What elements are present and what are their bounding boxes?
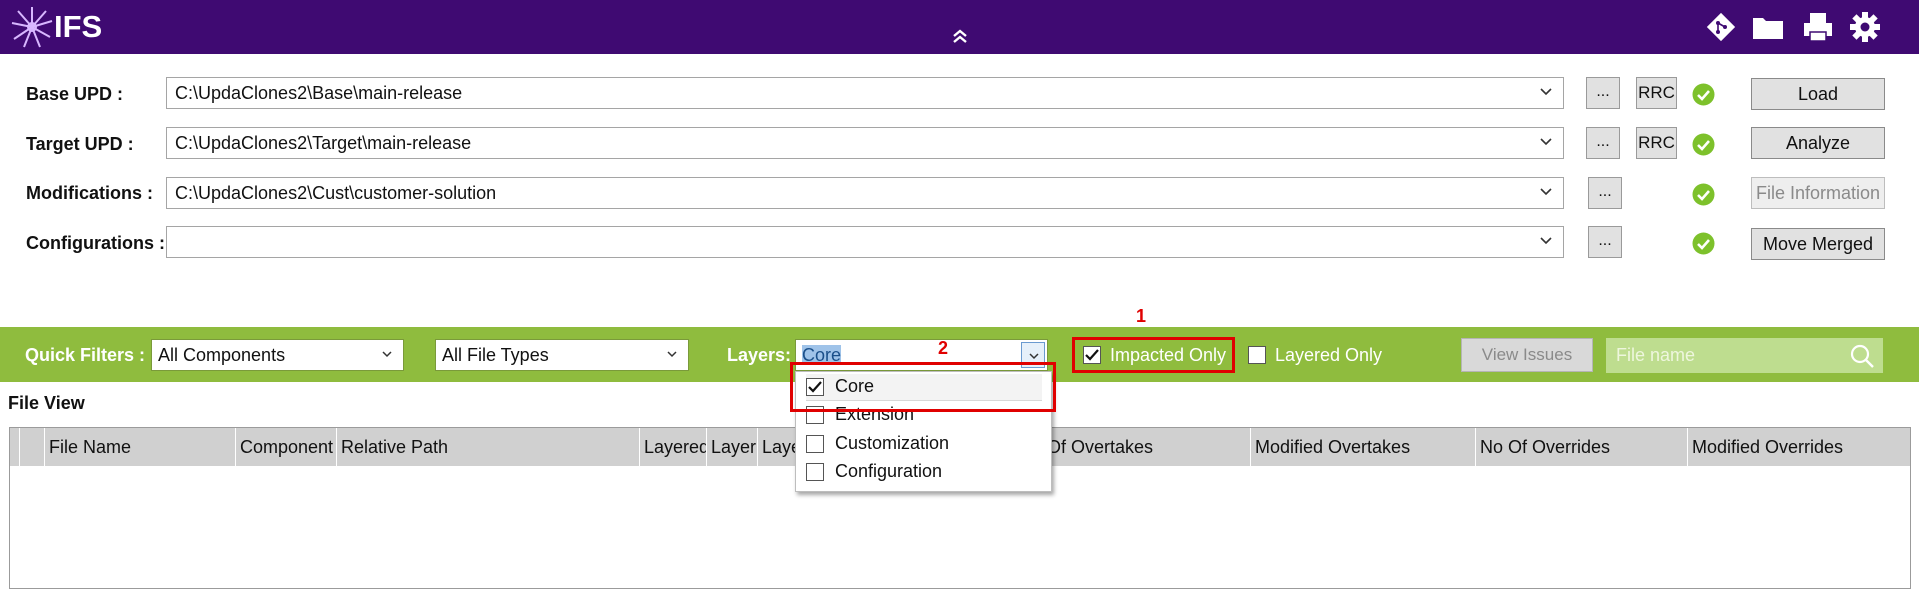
file-types-value: All File Types [442,345,549,365]
git-icon[interactable] [1703,10,1739,44]
configurations-label: Configurations : [26,233,165,253]
base-rrc-button[interactable]: RRC [1636,77,1677,109]
target-ok-check-icon [1692,133,1715,156]
annotation-number-1: 1 [1136,306,1147,326]
logo-text: IFS [54,9,103,44]
view-issues-button[interactable]: View Issues [1461,338,1593,372]
chevron-down-icon[interactable] [1028,350,1040,362]
configurations-ok-check-icon [1692,232,1715,255]
layered-only-label[interactable]: Layered Only [1275,345,1382,366]
base-browse-button[interactable]: ... [1586,77,1620,109]
layer-configuration-checkbox[interactable] [806,463,824,481]
col-layer[interactable]: Layer [706,428,758,466]
components-value: All Components [158,345,286,365]
file-name-search[interactable]: File name [1606,338,1883,373]
base-upd-label: Base UPD : [26,84,124,104]
ifs-logo-icon [11,7,53,48]
layers-label: Layers: [727,345,792,365]
annotation-box-2 [790,362,1056,412]
target-upd-label: Target UPD : [26,134,134,154]
target-rrc-button[interactable]: RRC [1636,127,1677,159]
target-browse-button[interactable]: ... [1586,127,1620,159]
gear-icon[interactable] [1847,10,1883,44]
col-component[interactable]: Component [235,428,337,466]
col-file-name[interactable]: File Name [44,428,244,466]
analyze-button[interactable]: Analyze [1751,127,1885,159]
chevron-down-icon[interactable] [1539,185,1553,199]
col-relative-path[interactable]: Relative Path [336,428,640,466]
target-upd-value: C:\UpdaClones2\Target\main-release [175,133,472,153]
row-selector-header [19,428,44,466]
annotation-box-1 [1072,337,1235,373]
modifications-combo[interactable]: C:\UpdaClones2\Cust\customer-solution [166,177,1564,209]
configurations-browse-button[interactable]: ... [1588,226,1622,258]
modifications-ok-check-icon [1692,183,1715,206]
quick-filters-label: Quick Filters : [25,345,146,365]
col-no-of-overrides[interactable]: No Of Overrides [1475,428,1688,466]
col-no-of-overtakes-text: No Of Overtakes [1041,437,1154,457]
search-icon[interactable] [1849,343,1875,369]
col-modified-overtakes[interactable]: Modified Overtakes [1250,428,1476,466]
folder-icon[interactable] [1750,10,1786,44]
base-upd-value: C:\UpdaClones2\Base\main-release [175,83,463,103]
modifications-browse-button[interactable]: ... [1588,177,1622,209]
layer-option-label: Configuration [835,461,943,481]
chevron-down-icon[interactable] [1539,135,1553,149]
chevron-down-icon[interactable] [666,348,678,360]
col-layered[interactable]: Layered [639,428,707,466]
base-upd-combo[interactable]: C:\UpdaClones2\Base\main-release [166,77,1564,109]
load-button[interactable]: Load [1751,78,1885,110]
file-view-title: File View [8,393,85,413]
modifications-value: C:\UpdaClones2\Cust\customer-solution [175,183,497,203]
col-modified-overrides[interactable]: Modified Overrides [1687,428,1910,466]
file-name-search-placeholder: File name [1616,345,1696,365]
printer-icon[interactable] [1800,10,1836,44]
layer-option-label: Customization [835,433,950,453]
collapse-up-icon[interactable] [949,24,971,46]
layer-option-configuration[interactable]: Configuration [806,459,1042,485]
layered-only-checkbox[interactable] [1248,346,1266,364]
annotation-number-2: 2 [938,338,949,358]
chevron-down-icon[interactable] [1539,85,1553,99]
configurations-combo[interactable] [166,226,1564,258]
file-types-select[interactable]: All File Types [435,339,689,371]
move-merged-button[interactable]: Move Merged [1751,228,1885,260]
components-select[interactable]: All Components [151,339,404,371]
base-ok-check-icon [1692,83,1715,106]
layer-option-customization[interactable]: Customization [806,431,1042,457]
target-upd-combo[interactable]: C:\UpdaClones2\Target\main-release [166,127,1564,159]
file-information-button[interactable]: File Information [1751,177,1885,209]
chevron-down-icon[interactable] [1539,234,1553,248]
chevron-down-icon[interactable] [381,348,393,360]
layer-customization-checkbox[interactable] [806,435,824,453]
col-no-of-overtakes[interactable]: No Of Overtakes [1040,428,1260,466]
modifications-label: Modifications : [26,183,153,203]
